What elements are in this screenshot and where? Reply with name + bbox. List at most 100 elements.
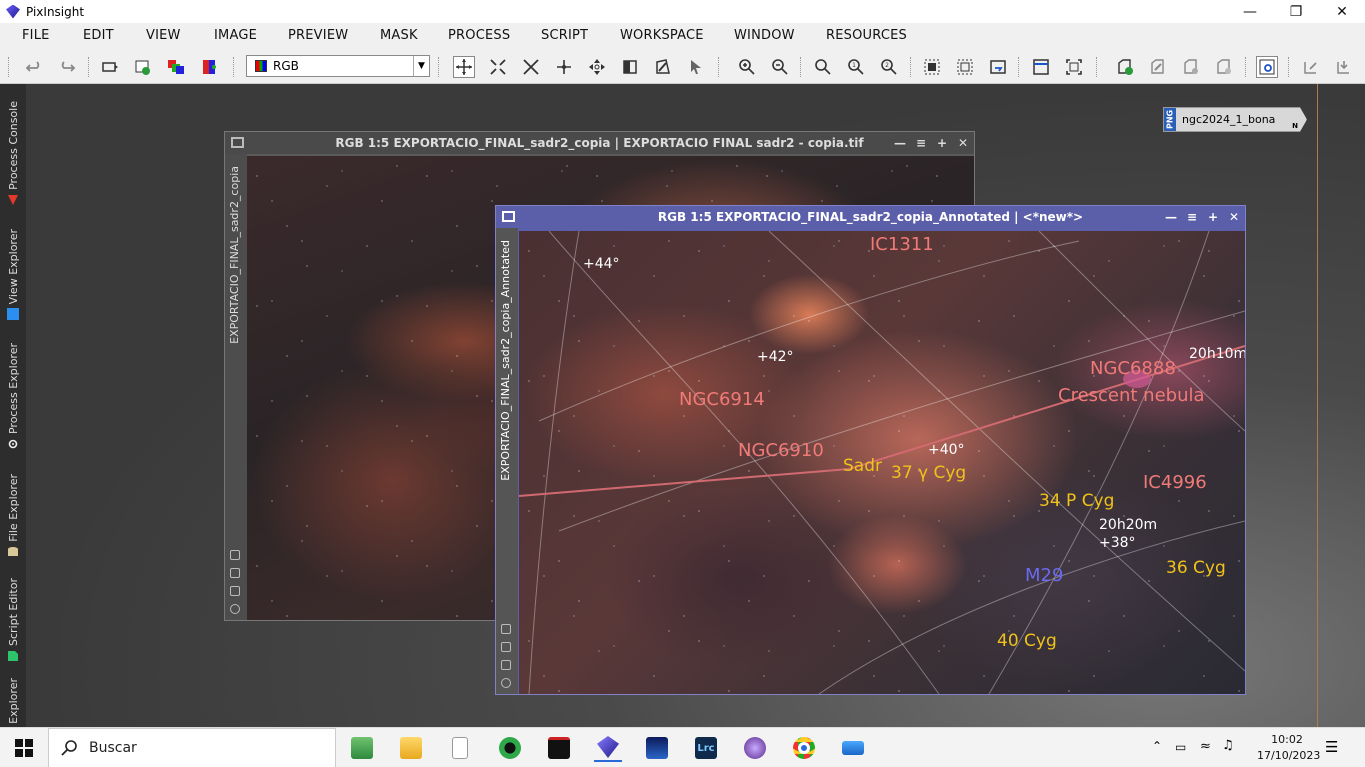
taskbar-app-remote[interactable] xyxy=(839,734,867,762)
window-titlebar[interactable]: RGB 1:5 EXPORTACIO_FINAL_sadr2_copia_Ann… xyxy=(496,206,1245,228)
zoom-fit-icon[interactable] xyxy=(812,56,834,78)
menu-workspace[interactable]: WORKSPACE xyxy=(620,28,704,43)
taskbar-app-phd[interactable] xyxy=(496,734,524,762)
window-shade-button[interactable]: ≡ xyxy=(914,136,928,150)
view-identifier-tab[interactable]: EXPORTACIO_FINAL_sadr2_copia xyxy=(228,166,241,344)
save-icon[interactable] xyxy=(1333,56,1355,78)
zoom-in-window-icon[interactable] xyxy=(520,56,542,78)
edit-process-icon[interactable] xyxy=(1147,56,1169,78)
pointer-icon[interactable] xyxy=(685,56,707,78)
window-maximize-button[interactable]: + xyxy=(1206,210,1220,224)
taskbar-app-pixinsight[interactable] xyxy=(594,734,622,762)
menu-mask[interactable]: MASK xyxy=(380,28,418,43)
export-icon[interactable] xyxy=(987,56,1009,78)
identifier-icon[interactable] xyxy=(99,56,121,78)
clone-small-icon[interactable] xyxy=(501,660,511,670)
window-minimize-button[interactable]: — xyxy=(1164,210,1178,224)
zoom-in-icon[interactable] xyxy=(736,56,758,78)
readout-icon[interactable] xyxy=(619,56,641,78)
wifi-icon[interactable]: ≈ xyxy=(1200,739,1211,754)
taskbar-app-chrome[interactable] xyxy=(790,734,818,762)
sidebar-tab-view-explorer[interactable]: View Explorer xyxy=(2,212,24,320)
redo-icon[interactable] xyxy=(56,56,78,78)
window-minimize-button[interactable]: — xyxy=(893,136,907,150)
chevron-up-icon[interactable]: ⌃ xyxy=(1152,739,1162,753)
remove-process-icon[interactable] xyxy=(1213,56,1235,78)
image-icon-thumbnail[interactable]: PNG ngc2024_1_bona N xyxy=(1163,107,1307,132)
clone-small-icon[interactable] xyxy=(230,586,240,596)
label-40-cyg: 40 Cyg xyxy=(997,631,1057,651)
window-maximize-button[interactable]: + xyxy=(935,136,949,150)
window-titlebar[interactable]: RGB 1:5 EXPORTACIO_FINAL_sadr2_copia | E… xyxy=(225,132,974,154)
menu-resources[interactable]: RESOURCES xyxy=(826,28,907,43)
menu-view[interactable]: VIEW xyxy=(146,28,181,43)
minimize-button[interactable]: — xyxy=(1227,0,1273,23)
sidebar-tab-explorer[interactable]: Explorer xyxy=(2,670,24,724)
chevron-down-icon[interactable]: ▼ xyxy=(413,56,429,76)
import-icon[interactable] xyxy=(1300,56,1322,78)
sidebar-tab-process-explorer[interactable]: Process Explorer xyxy=(2,326,24,450)
target-small-icon[interactable] xyxy=(501,678,511,688)
taskbar-app-notepad[interactable] xyxy=(348,734,376,762)
stellarium-icon xyxy=(646,737,668,759)
window-tile-icon[interactable] xyxy=(1030,56,1052,78)
taskbar-clock[interactable]: 10:02 17/10/2023 xyxy=(1257,732,1320,764)
target-small-icon[interactable] xyxy=(230,604,240,614)
window-fullscreen-icon[interactable] xyxy=(1063,56,1085,78)
menu-edit[interactable]: EDIT xyxy=(83,28,114,43)
label-ra-2010: 20h10m xyxy=(1189,346,1245,362)
zoom-2-1-icon[interactable]: 2 xyxy=(878,56,900,78)
start-button[interactable] xyxy=(0,728,48,767)
select-region-icon[interactable] xyxy=(921,56,943,78)
zoom-1-1-icon[interactable]: 1 xyxy=(845,56,867,78)
channel-select[interactable]: RGB ▼ xyxy=(246,55,430,77)
zoom-fit-small-icon[interactable] xyxy=(501,624,511,634)
process-explorer-toggle-icon[interactable] xyxy=(1256,56,1278,78)
menu-process[interactable]: PROCESS xyxy=(448,28,510,43)
navigate-icon[interactable] xyxy=(586,56,608,78)
menu-window[interactable]: WINDOW xyxy=(734,28,795,43)
search-icon xyxy=(61,740,77,756)
sidebar-tab-file-explorer[interactable]: File Explorer xyxy=(2,458,24,558)
label-dec-40: +40° xyxy=(928,442,965,458)
volume-icon[interactable]: ♫ xyxy=(1222,738,1234,753)
window-shade-button[interactable]: ≡ xyxy=(1185,210,1199,224)
zoom-fit-small-icon[interactable] xyxy=(230,550,240,560)
window-close-button[interactable]: ✕ xyxy=(1227,210,1241,224)
move-icon[interactable] xyxy=(553,56,575,78)
menu-script[interactable]: SCRIPT xyxy=(541,28,588,43)
add-process-icon[interactable] xyxy=(1180,56,1202,78)
notification-icon[interactable]: ☰ xyxy=(1325,738,1338,756)
select-all-icon[interactable] xyxy=(954,56,976,78)
crop-small-icon[interactable] xyxy=(230,568,240,578)
maximize-button[interactable]: ❐ xyxy=(1273,0,1319,23)
view-identifier-tab[interactable]: EXPORTACIO_FINAL_sadr2_copia_Annotated xyxy=(499,240,512,481)
taskbar-app-photoshop[interactable] xyxy=(741,734,769,762)
menu-preview[interactable]: PREVIEW xyxy=(288,28,348,43)
fit-view-icon[interactable] xyxy=(487,56,509,78)
zoom-out-icon[interactable] xyxy=(769,56,791,78)
taskbar-app-document[interactable] xyxy=(446,734,474,762)
taskbar-app-sharpcap[interactable] xyxy=(545,734,573,762)
taskbar-app-stellarium[interactable] xyxy=(643,734,671,762)
split-channels-icon[interactable] xyxy=(198,56,220,78)
new-process-icon[interactable] xyxy=(1114,56,1136,78)
astro-image-annotated[interactable]: IC1311 +44° +42° NGC6914 NGC6888 Crescen… xyxy=(519,231,1245,694)
menu-file[interactable]: FILE xyxy=(22,28,50,43)
sidebar-tab-script-editor[interactable]: Script Editor xyxy=(2,566,24,662)
sidebar-tab-process-console[interactable]: Process Console xyxy=(2,88,24,206)
crop-small-icon[interactable] xyxy=(501,642,511,652)
rgb-channels-icon[interactable] xyxy=(165,56,187,78)
window-close-button[interactable]: ✕ xyxy=(956,136,970,150)
close-button[interactable]: ✕ xyxy=(1319,0,1365,23)
image-window-annotated[interactable]: RGB 1:5 EXPORTACIO_FINAL_sadr2_copia_Ann… xyxy=(495,205,1246,695)
taskbar-search[interactable]: Buscar xyxy=(48,728,336,767)
menu-image[interactable]: IMAGE xyxy=(214,28,257,43)
edit-preview-icon[interactable] xyxy=(652,56,674,78)
pan-mode-icon[interactable] xyxy=(453,56,475,78)
taskbar-app-lightroom[interactable]: Lrc xyxy=(692,734,720,762)
battery-icon[interactable]: ▭ xyxy=(1175,740,1186,754)
taskbar-app-file-explorer[interactable] xyxy=(397,734,425,762)
undo-icon[interactable] xyxy=(23,56,45,78)
new-image-icon[interactable] xyxy=(132,56,154,78)
